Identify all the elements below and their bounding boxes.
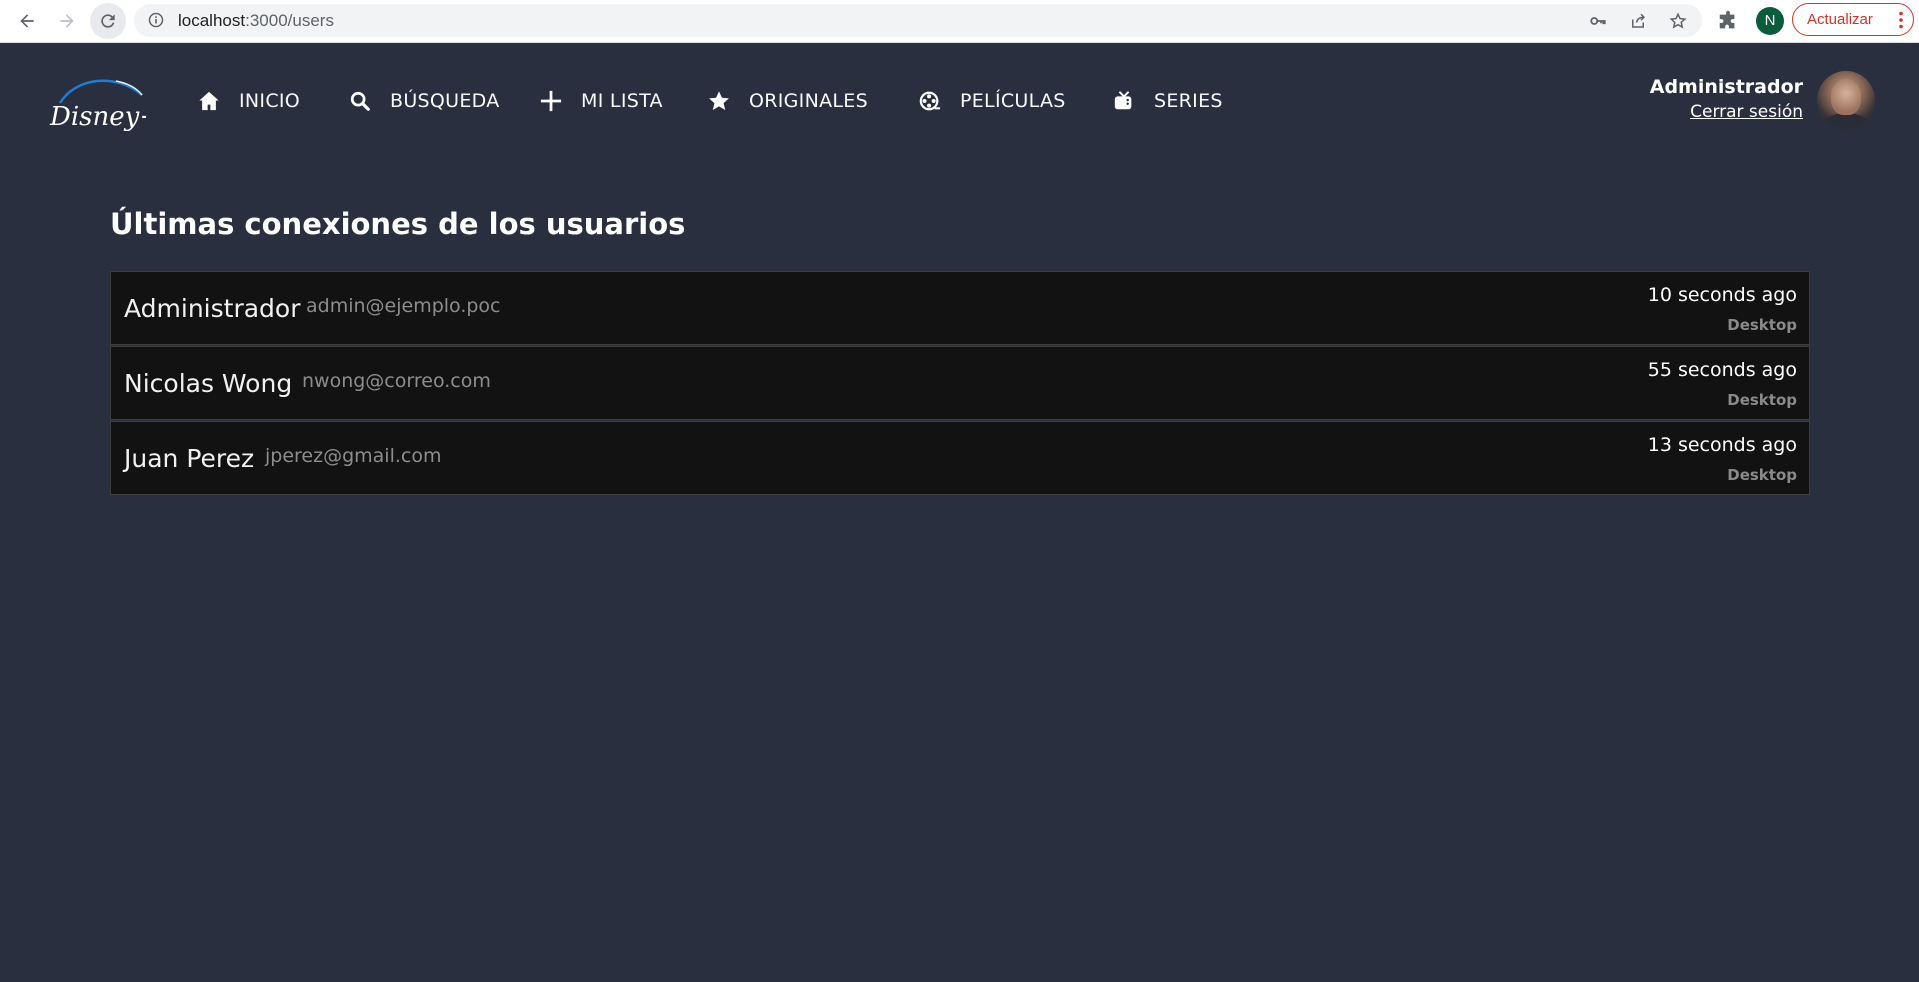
avatar-shoulders: [1821, 113, 1871, 129]
nav-label: ORIGINALES: [749, 90, 868, 112]
extensions-puzzle-icon[interactable]: [1717, 10, 1739, 32]
user-row-name: Administrador: [124, 294, 301, 323]
nav-label: MI LISTA: [581, 90, 663, 112]
page-title: Últimas conexiones de los usuarios: [110, 207, 686, 241]
user-connections-list: Administrador admin@ejemplo.poc 10 secon…: [110, 271, 1810, 496]
reload-button[interactable]: [90, 3, 126, 39]
app-header: Disney+ INICIO BÚSQUEDA MI LISTA ORIGINA…: [0, 43, 1919, 157]
back-button[interactable]: [12, 6, 42, 36]
nav-label: INICIO: [239, 90, 301, 112]
user-row-name: Nicolas Wong: [124, 369, 293, 398]
user-row-last-seen: 13 seconds ago: [1647, 434, 1797, 456]
browser-toolbar: localhost:3000/users N Actualizar: [0, 0, 1919, 43]
user-row-email: jperez@gmail.com: [265, 445, 442, 467]
search-icon: [348, 89, 372, 113]
user-row-email: nwong@correo.com: [302, 370, 491, 392]
more-vert-icon: [1899, 11, 1903, 29]
address-bar[interactable]: localhost:3000/users: [134, 4, 1702, 37]
update-button[interactable]: Actualizar: [1792, 3, 1914, 36]
update-label: Actualizar: [1807, 11, 1873, 28]
star-bookmark-icon[interactable]: [1669, 12, 1687, 30]
list-item: Nicolas Wong nwong@correo.com 55 seconds…: [110, 346, 1810, 420]
star-icon: [707, 89, 731, 113]
list-item: Juan Perez jperez@gmail.com 13 seconds a…: [110, 421, 1810, 495]
arrow-right-icon: [60, 14, 74, 28]
user-name: Administrador: [1649, 76, 1803, 98]
user-row-device: Desktop: [1727, 391, 1797, 409]
url-host: localhost: [178, 11, 246, 30]
list-item: Administrador admin@ejemplo.poc 10 secon…: [110, 271, 1810, 345]
url-path: :3000/users: [245, 11, 334, 30]
home-icon: [197, 89, 221, 113]
logo-text: Disney+: [49, 102, 146, 132]
share-icon[interactable]: [1629, 12, 1647, 30]
user-row-device: Desktop: [1727, 466, 1797, 484]
logout-link[interactable]: Cerrar sesión: [1690, 102, 1803, 122]
film-reel-icon: [918, 89, 942, 113]
nav-label: BÚSQUEDA: [390, 90, 500, 112]
tv-icon: [1112, 89, 1136, 113]
nav-peliculas[interactable]: PELÍCULAS: [918, 87, 1066, 115]
nav-label: SERIES: [1154, 90, 1223, 112]
arrow-left-icon: [20, 14, 34, 28]
user-row-last-seen: 10 seconds ago: [1647, 284, 1797, 306]
nav-label: PELÍCULAS: [960, 90, 1066, 112]
user-avatar[interactable]: [1817, 71, 1875, 129]
user-row-last-seen: 55 seconds ago: [1647, 359, 1797, 381]
nav-inicio[interactable]: INICIO: [197, 87, 300, 115]
nav-mi-lista[interactable]: MI LISTA: [539, 87, 663, 115]
reload-icon: [101, 14, 115, 28]
forward-button[interactable]: [52, 6, 82, 36]
url-text: localhost:3000/users: [178, 11, 334, 31]
nav-busqueda[interactable]: BÚSQUEDA: [348, 87, 500, 115]
avatar-face: [1831, 79, 1861, 115]
nav-originales[interactable]: ORIGINALES: [707, 87, 868, 115]
nav-series[interactable]: SERIES: [1112, 87, 1223, 115]
disney-plus-logo[interactable]: Disney+: [46, 73, 146, 135]
profile-avatar[interactable]: N: [1756, 7, 1784, 35]
plus-icon: [539, 89, 563, 113]
user-row-email: admin@ejemplo.poc: [306, 295, 501, 317]
user-row-name: Juan Perez: [124, 444, 255, 473]
key-icon[interactable]: [1589, 12, 1607, 30]
info-icon[interactable]: [148, 12, 164, 28]
user-row-device: Desktop: [1727, 316, 1797, 334]
